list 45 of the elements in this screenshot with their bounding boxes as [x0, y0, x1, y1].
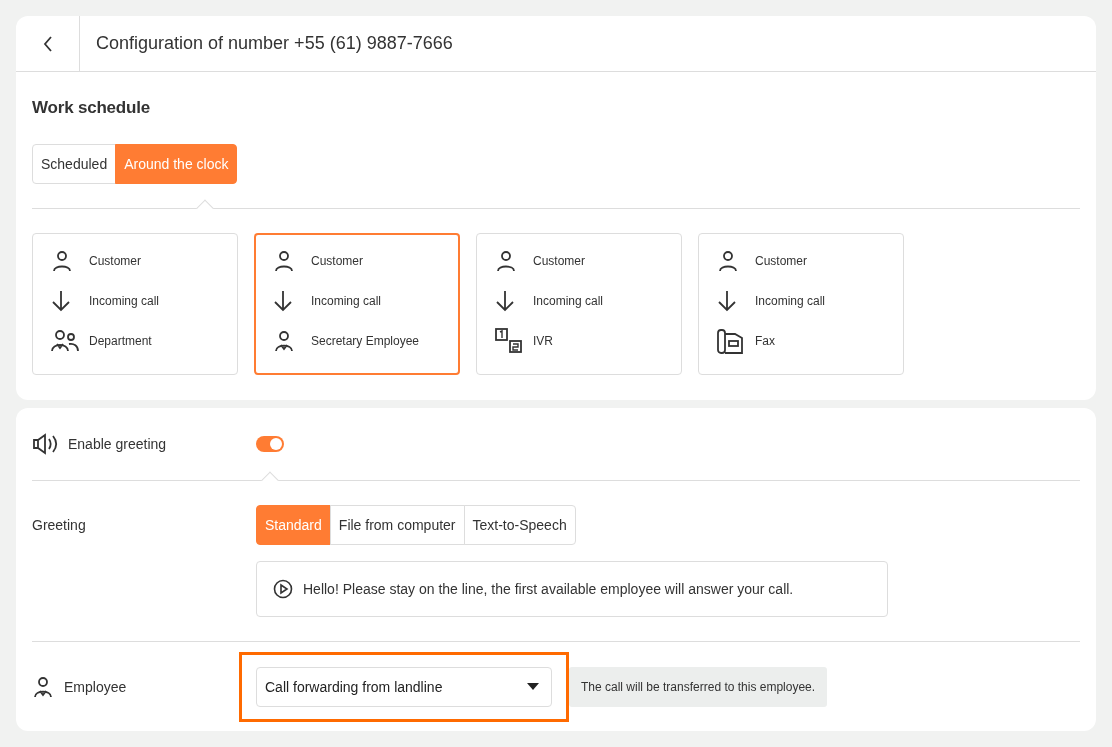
route-step-label: Customer [533, 254, 585, 268]
hint-tooltip: The call will be transferred to this employee. [569, 666, 828, 707]
arrow-down-icon [495, 290, 515, 312]
numbered-keys-icon [495, 328, 523, 354]
person-icon [273, 250, 295, 272]
route-step-label: Secretary Employee [311, 334, 420, 348]
route-step-label: Incoming call [311, 294, 382, 308]
greeting-option-tab[interactable]: Text-to-Speech [463, 505, 576, 545]
route-step-label: Department [89, 334, 152, 348]
greeting-option-tab[interactable]: File from computer [329, 505, 465, 545]
person-icon [51, 250, 73, 272]
route-step-label: Fax [755, 334, 775, 348]
route-card[interactable]: Customer Incoming call Secretary Employee [254, 233, 460, 375]
route-step-label: Incoming call [89, 294, 160, 308]
page-title: Configuration of number +55 (61) 9887-7666 [95, 32, 453, 55]
person-icon [717, 250, 739, 272]
employee-icon [32, 675, 54, 698]
route-step-label: Incoming call [755, 294, 826, 308]
back-icon [42, 35, 53, 52]
arrow-down-icon [273, 290, 293, 312]
employee-label: Employee [64, 678, 127, 695]
arrow-down-icon [51, 290, 71, 312]
route-card[interactable]: Customer Incoming call Fax [698, 233, 904, 375]
greeting-toggle[interactable] [256, 436, 284, 452]
speaker-icon [32, 433, 58, 455]
route-card[interactable]: Customer Incoming call Department [32, 233, 238, 375]
person-icon [495, 250, 517, 272]
route-step-label: Customer [311, 254, 363, 268]
people-icon [51, 330, 79, 352]
caret-icon [527, 683, 539, 690]
route-card[interactable]: Customer Incoming call IVR [476, 233, 682, 375]
employee-dropdown[interactable]: Call forwarding from landline [256, 666, 552, 707]
route-step-label: IVR [533, 334, 553, 348]
greeting-message: Hello! Please stay on the line, the first available employee will answer your call. [303, 581, 794, 597]
section-title: Work schedule [32, 98, 151, 118]
enable-greeting-label: Enable greeting [68, 436, 167, 452]
route-step-label: Customer [89, 254, 141, 268]
schedule-tab[interactable]: Scheduled [32, 144, 117, 184]
arrow-down-icon [717, 290, 737, 312]
fax-icon [717, 327, 745, 355]
route-step-label: Incoming call [533, 294, 604, 308]
route-step-label: Customer [755, 254, 807, 268]
play-icon[interactable] [273, 579, 293, 599]
employee-icon [273, 330, 295, 352]
greeting-label: Greeting [32, 517, 86, 533]
